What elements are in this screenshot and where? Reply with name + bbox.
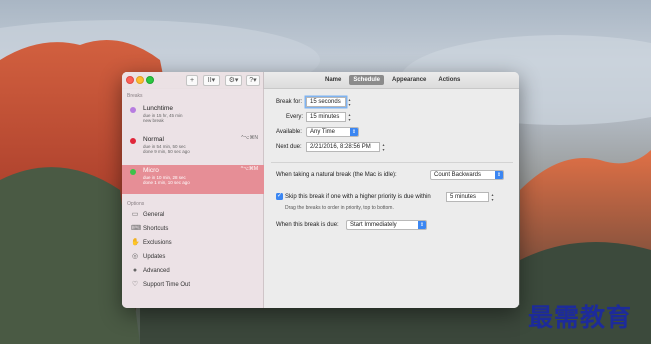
skip-break-checkbox[interactable]: ✓ [276, 193, 283, 200]
close-window-button[interactable] [126, 76, 134, 84]
next-due-stepper[interactable]: ▴ ▾ [381, 142, 386, 152]
priority-hint: Drag the breaks to order in priority, to… [285, 205, 394, 211]
next-due-field[interactable]: 2/21/2016, 8:28:56 PM [306, 142, 380, 152]
options-section-label: Options [127, 201, 145, 207]
shortcuts-icon: ⌨ [131, 225, 142, 232]
skip-within-field[interactable]: 5 minutes [446, 192, 489, 202]
available-popup[interactable]: Any Time ⇕ [306, 127, 359, 137]
pause-menu-button[interactable]: II▾ [203, 75, 220, 86]
sidebar-item-label: Exclusions [143, 240, 172, 246]
sidebar-toolbar: + II▾ ⚙▾ ?▾ [122, 72, 264, 89]
break-shortcut: ^⌥⌘N [241, 135, 258, 141]
skip-break-label: Skip this break if one with a higher pri… [285, 194, 431, 200]
sidebar-item-label: General [143, 212, 165, 218]
sidebar-item-label: Advanced [143, 268, 170, 274]
tab-appearance[interactable]: Appearance [388, 75, 430, 85]
natural-break-popup[interactable]: Count Backwards ⇕ [430, 170, 504, 180]
sidebar-item-updates[interactable]: ◎ Updates [131, 252, 261, 263]
minimize-window-button[interactable] [136, 76, 144, 84]
support-icon: ♡ [131, 281, 139, 288]
break-due-label: When this break is due: [276, 222, 339, 228]
break-color-dot [130, 169, 136, 175]
zoom-window-button[interactable] [146, 76, 154, 84]
break-for-field[interactable]: 15 seconds [306, 97, 346, 107]
add-break-button[interactable]: + [186, 75, 198, 86]
next-due-label: Next due: [276, 144, 302, 150]
break-item-normal[interactable]: Normal due in 54 min, 50 sec done 9 min,… [122, 134, 264, 163]
break-shortcut: ^⌥⌘M [240, 166, 258, 172]
every-stepper[interactable]: ▴ ▾ [347, 112, 352, 122]
breaks-section-label: Breaks [127, 93, 143, 99]
chevron-updown-icon: ⇕ [495, 171, 503, 179]
break-name: Normal [143, 136, 164, 143]
schedule-pane: Break for: 15 seconds ▴ ▾ Every: 15 minut… [265, 89, 519, 308]
natural-break-value: Count Backwards [434, 172, 482, 178]
preferences-tabs: Name Schedule Appearance Actions [321, 75, 464, 85]
help-menu-button[interactable]: ?▾ [246, 75, 260, 86]
general-icon: ▭ [131, 211, 139, 218]
exclusions-icon: ✋ [131, 239, 140, 246]
break-name: Micro [143, 167, 159, 174]
sidebar-item-label: Support Time Out [143, 282, 191, 288]
chevron-updown-icon: ⇕ [350, 128, 358, 136]
gear-menu-button[interactable]: ⚙▾ [225, 75, 242, 86]
sidebar-item-shortcuts[interactable]: ⌨ Shortcuts [131, 224, 261, 235]
break-item-micro[interactable]: Micro due in 10 min, 28 sec done 1 min, … [122, 165, 264, 194]
chevron-updown-icon: ⇕ [418, 221, 426, 229]
break-status-text: done 9 min, 50 sec ago [143, 149, 190, 154]
available-value: Any Time [310, 129, 336, 135]
break-for-stepper[interactable]: ▴ ▾ [347, 97, 352, 107]
break-name: Lunchtime [143, 105, 173, 112]
app-window: + II▾ ⚙▾ ?▾ Name Schedule Appearance Act… [122, 72, 519, 308]
sidebar: Breaks Lunchtime due in 15 hr, 45 min ne… [122, 89, 264, 308]
divider [271, 162, 513, 163]
tab-name[interactable]: Name [321, 75, 345, 85]
break-due-value: Start Immediately [350, 222, 397, 228]
skip-within-stepper[interactable]: ▴ ▾ [490, 192, 495, 202]
break-due-popup[interactable]: Start Immediately ⇕ [346, 220, 427, 230]
break-color-dot [130, 138, 136, 144]
sidebar-item-label: Shortcuts [143, 226, 169, 232]
sidebar-item-support[interactable]: ♡ Support Time Out [131, 280, 261, 291]
break-color-dot [130, 107, 136, 113]
advanced-icon: ● [132, 267, 138, 274]
break-item-lunchtime[interactable]: Lunchtime due in 15 hr, 45 min new break [122, 103, 264, 132]
tab-schedule[interactable]: Schedule [349, 75, 385, 85]
break-status-text: done 1 min, 10 sec ago [143, 180, 190, 185]
sidebar-item-label: Updates [143, 254, 166, 260]
available-label: Available: [276, 129, 302, 135]
sidebar-item-general[interactable]: ▭ General [131, 210, 261, 221]
watermark-text: 最需教育 [528, 303, 633, 332]
updates-icon: ◎ [131, 253, 139, 260]
break-for-label: Break for: [276, 99, 303, 105]
natural-break-label: When taking a natural break (the Mac is … [276, 172, 397, 178]
sidebar-item-advanced[interactable]: ● Advanced [131, 266, 261, 277]
tab-actions[interactable]: Actions [434, 75, 464, 85]
every-field[interactable]: 15 minutes [306, 112, 346, 122]
every-label: Every: [286, 114, 304, 120]
break-status-text: new break [143, 118, 164, 123]
sidebar-item-exclusions[interactable]: ✋ Exclusions [131, 238, 261, 249]
